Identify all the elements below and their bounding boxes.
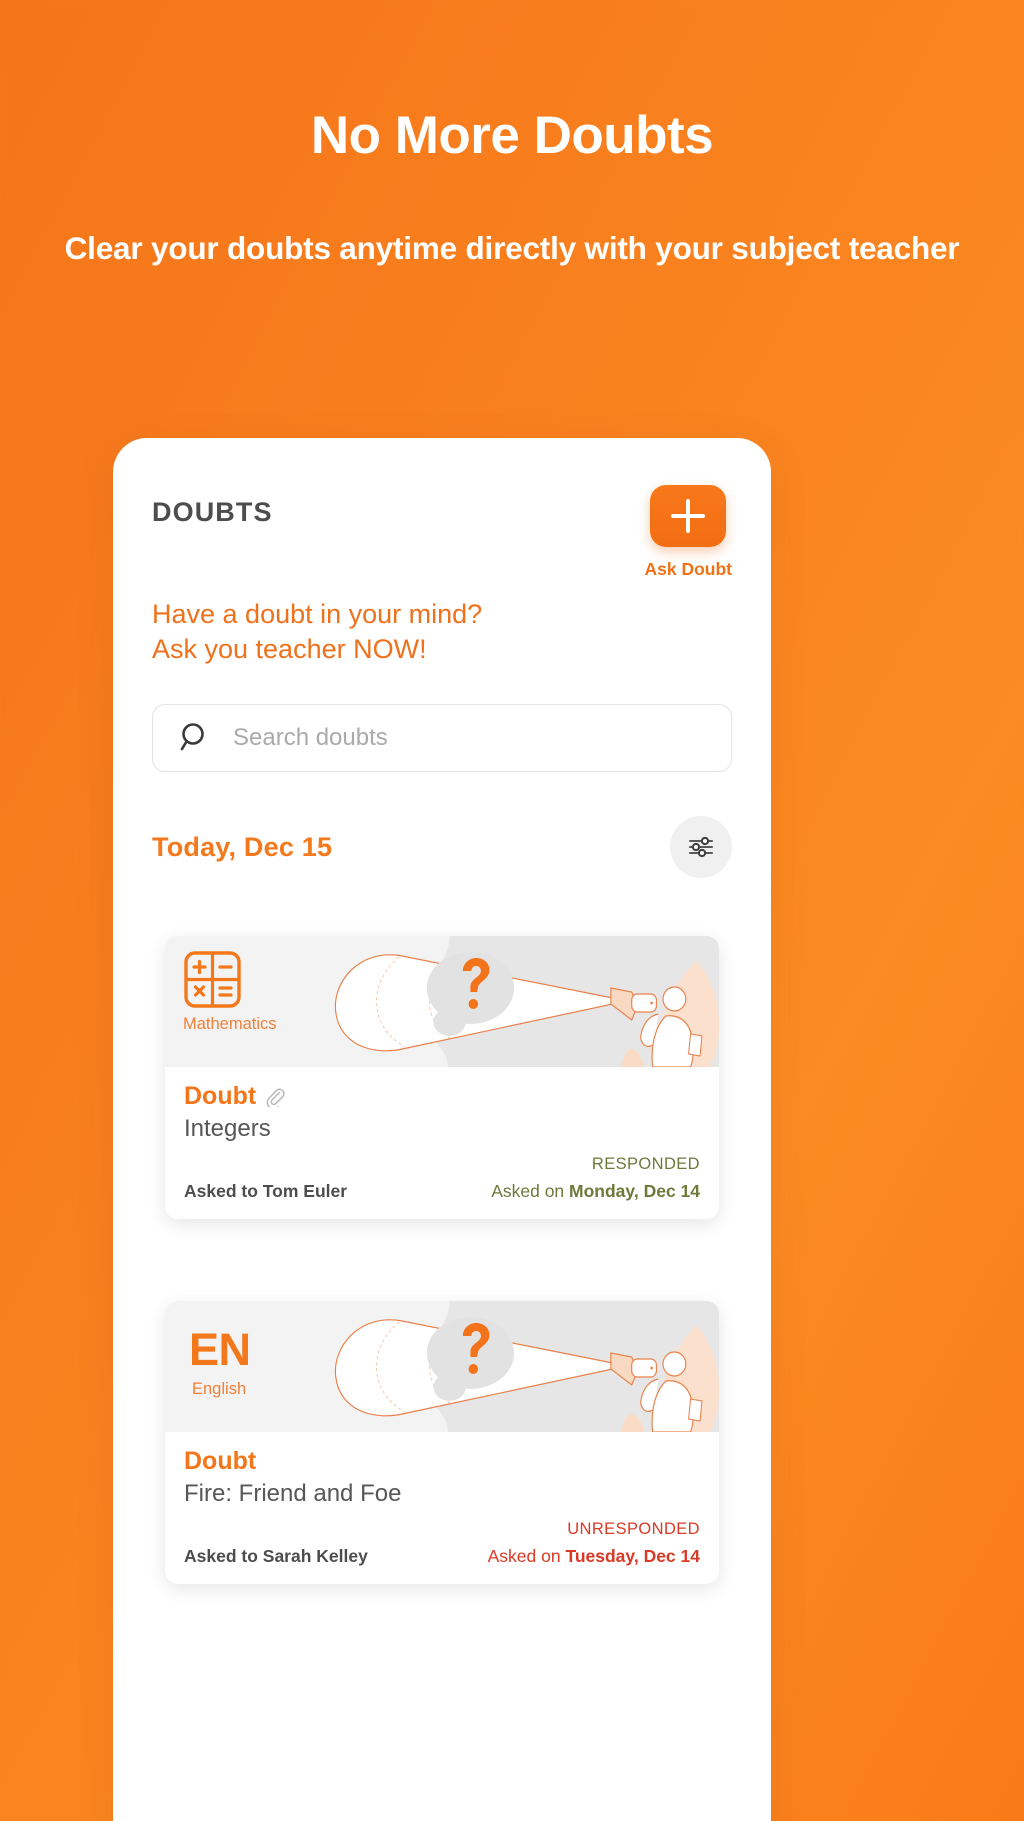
card-banner: EN English	[165, 1301, 719, 1433]
ask-doubt-button[interactable]	[650, 485, 727, 547]
doubt-card[interactable]: EN English Doubt Fire: Friend and Foe UN…	[165, 1301, 719, 1585]
screen-header: DOUBTS Ask Doubt	[152, 438, 732, 580]
phone-mockup-card: DOUBTS Ask Doubt Have a doubt in your mi…	[113, 438, 771, 1821]
prompt-line-2: Ask you teacher NOW!	[152, 634, 427, 665]
card-body: Doubt Integers RESPONDED Asked to Tom Eu…	[165, 1067, 719, 1219]
card-body: Doubt Fire: Friend and Foe UNRESPONDED A…	[165, 1432, 719, 1584]
app-screen: DOUBTS Ask Doubt Have a doubt in your mi…	[113, 438, 771, 1585]
asked-on-text: Asked on Tuesday, Dec 14	[488, 1546, 700, 1567]
hero-section: No More Doubts Clear your doubts anytime…	[0, 0, 1024, 270]
subject-name: Mathematics	[183, 1015, 277, 1034]
doubt-card-list: Mathematics Doubt Integers RESPONDED Ask…	[152, 936, 732, 1585]
calculator-icon	[184, 951, 241, 1008]
paperclip-icon	[266, 1088, 285, 1107]
subject-block: Mathematics	[183, 950, 277, 1034]
plus-icon-vertical	[686, 499, 691, 533]
page-title: DOUBTS	[152, 497, 273, 527]
doubt-topic: Integers	[184, 1115, 271, 1143]
search-icon	[180, 723, 204, 751]
search-input[interactable]: Search doubts	[152, 704, 732, 773]
doubt-label: Doubt	[184, 1082, 257, 1111]
status-badge: UNRESPONDED	[567, 1520, 700, 1539]
sliders-filter-icon	[688, 837, 714, 858]
asked-to-text: Asked to Sarah Kelley	[184, 1546, 368, 1567]
status-row: UNRESPONDED	[184, 1520, 700, 1539]
en-text-icon: EN	[189, 1324, 251, 1376]
asked-on-date: Tuesday, Dec 14	[565, 1546, 700, 1567]
prompt-line-1: Have a doubt in your mind?	[152, 599, 483, 629]
asked-on-text: Asked on Monday, Dec 14	[491, 1181, 700, 1202]
search-placeholder: Search doubts	[233, 724, 388, 752]
asked-to-text: Asked to Tom Euler	[184, 1181, 348, 1202]
section-date-title: Today, Dec 15	[152, 831, 333, 862]
doubt-card[interactable]: Mathematics Doubt Integers RESPONDED Ask…	[165, 936, 719, 1220]
subject-block: EN English	[189, 1323, 251, 1399]
asked-on-date: Monday, Dec 14	[569, 1181, 700, 1202]
asked-on-prefix: Asked on	[487, 1546, 566, 1567]
doubt-topic: Fire: Friend and Foe	[184, 1480, 402, 1508]
asked-on-prefix: Asked on	[491, 1181, 570, 1202]
subject-name: English	[192, 1380, 247, 1399]
doubt-label: Doubt	[184, 1447, 257, 1476]
ask-doubt-label: Ask Doubt	[644, 559, 733, 579]
card-footer: Asked to Sarah Kelley Asked on Tuesday, …	[184, 1546, 700, 1567]
prompt-text: Have a doubt in your mind? Ask you teach…	[152, 597, 732, 667]
hero-subtitle-text: Clear your doubts anytime directly with …	[64, 229, 960, 266]
hero-subtitle: Clear your doubts anytime directly with …	[0, 226, 1024, 271]
ask-doubt-action[interactable]: Ask Doubt	[644, 485, 733, 580]
status-row: RESPONDED	[184, 1155, 700, 1174]
doubt-heading-row: Doubt	[184, 1447, 700, 1476]
card-banner: Mathematics	[165, 936, 719, 1068]
hero-title: No More Doubts	[310, 106, 714, 165]
filter-button[interactable]	[670, 816, 732, 879]
doubt-heading-row: Doubt	[184, 1082, 700, 1111]
status-badge: RESPONDED	[591, 1155, 700, 1174]
card-footer: Asked to Tom Euler Asked on Monday, Dec …	[184, 1181, 700, 1202]
section-header: Today, Dec 15	[152, 816, 732, 879]
